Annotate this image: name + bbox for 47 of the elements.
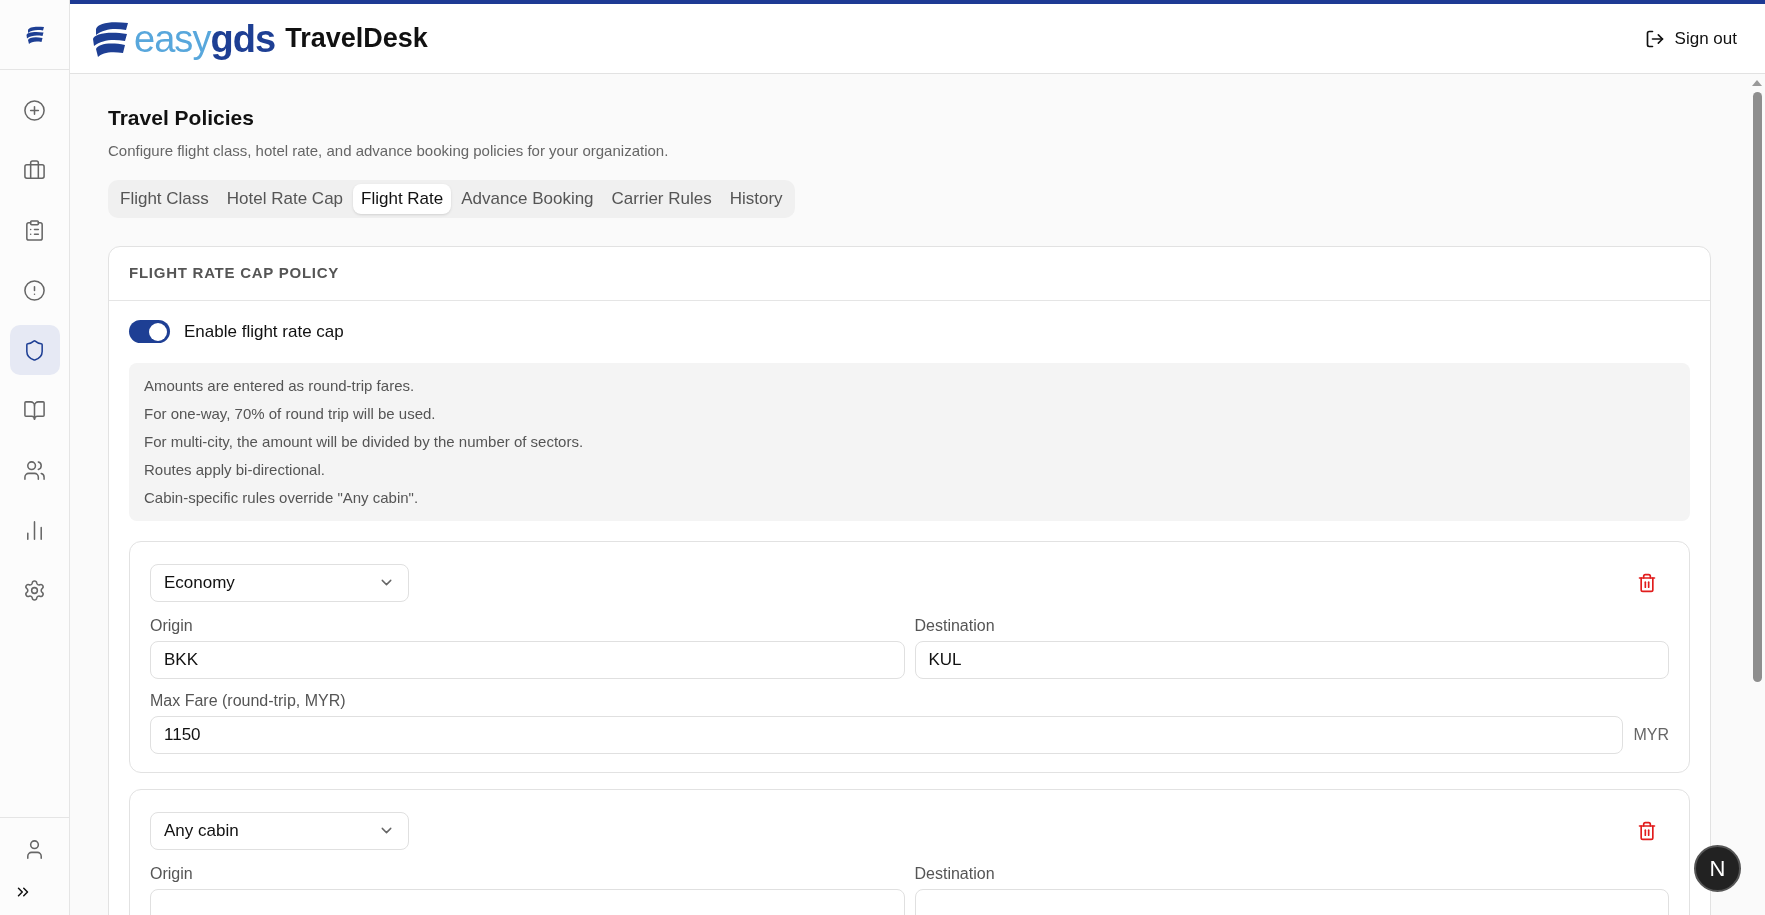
- section-heading: FLIGHT RATE CAP POLICY: [129, 263, 340, 284]
- toggle-switch[interactable]: [129, 320, 170, 344]
- tab[interactable]: Flight Class: [112, 184, 217, 214]
- add-icon: [23, 98, 46, 122]
- cabin-select[interactable]: Economy: [150, 563, 409, 602]
- cabin-select[interactable]: Any cabin: [150, 811, 409, 850]
- sign-out-icon: [1644, 28, 1665, 49]
- info-note: Amounts are entered as round-trip fares.: [144, 375, 416, 396]
- tab[interactable]: Advance Booking: [453, 184, 602, 214]
- product-name: TravelDesk: [285, 22, 428, 56]
- alert-icon: [23, 278, 46, 302]
- field-label: Origin: [150, 615, 194, 636]
- page-subtitle: Configure flight class, hotel rate, and advance booking policies for your organization.: [108, 140, 670, 161]
- sidebar-item[interactable]: [9, 325, 60, 375]
- book-icon: [23, 398, 46, 422]
- field-label: Max Fare (round-trip, MYR): [150, 690, 347, 711]
- field-label: Destination: [914, 615, 996, 636]
- briefcase-icon: [23, 158, 46, 182]
- toggle-label: Enable flight rate cap: [184, 321, 344, 343]
- delete-button[interactable]: [1637, 820, 1657, 841]
- currency-label: MYR: [1633, 724, 1669, 745]
- input-field[interactable]: BKK: [150, 640, 905, 679]
- tab[interactable]: History: [721, 184, 791, 214]
- info-note: Routes apply bi-directional.: [144, 459, 326, 480]
- input-field[interactable]: [914, 888, 1669, 915]
- input-field[interactable]: [150, 888, 905, 915]
- page-title: Travel Policies: [108, 105, 255, 131]
- tab[interactable]: Hotel Rate Cap: [218, 184, 352, 214]
- tab[interactable]: Flight Rate: [353, 184, 452, 214]
- info-note: For one-way, 70% of round trip will be used.: [144, 403, 437, 424]
- sign-out-button[interactable]: Sign out: [1644, 25, 1737, 52]
- info-note: Cabin-specific rules override "Any cabin".: [144, 487, 420, 508]
- shield-icon: [23, 338, 46, 362]
- field-label: Destination: [914, 863, 996, 884]
- input-field[interactable]: 1150: [150, 715, 1624, 754]
- trash-icon: [1637, 572, 1657, 593]
- tab[interactable]: Carrier Rules: [603, 184, 720, 214]
- field-label: Origin: [150, 863, 194, 884]
- delete-button[interactable]: [1637, 572, 1657, 593]
- trash-icon: [1637, 820, 1657, 841]
- clipboard-icon: [23, 218, 46, 242]
- users-icon: [23, 458, 46, 482]
- info-note: For multi-city, the amount will be divided by the number of sectors.: [144, 431, 585, 452]
- logo-icon: [24, 24, 45, 45]
- settings-icon: [23, 578, 46, 602]
- input-field[interactable]: KUL: [914, 640, 1669, 679]
- logo-text: easygds: [134, 19, 276, 58]
